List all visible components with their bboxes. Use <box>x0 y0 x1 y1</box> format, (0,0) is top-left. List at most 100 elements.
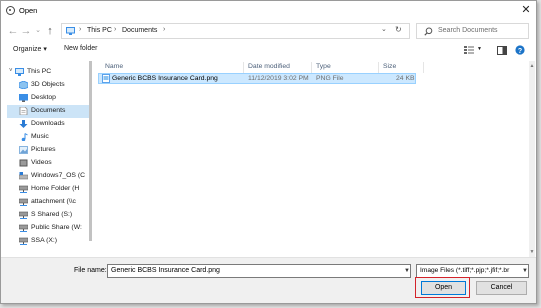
column-divider[interactable] <box>423 62 424 73</box>
date-modified-cell: 11/12/2019 3:02 PM <box>248 75 309 82</box>
network-drive-icon <box>19 198 28 206</box>
sidebar-item-label: Documents <box>31 107 66 114</box>
sidebar-item-label: Downloads <box>31 120 65 127</box>
file-name-cell: Generic BCBS Insurance Card.png <box>112 75 218 82</box>
network-drive-icon <box>19 237 28 245</box>
drive-icon <box>19 172 28 180</box>
close-icon[interactable]: ✕ <box>519 3 533 17</box>
scroll-down-arrow-icon[interactable]: ▼ <box>529 249 535 255</box>
music-icon <box>21 133 28 141</box>
address-history-chevron-icon[interactable]: ⌄ <box>381 25 387 33</box>
forward-arrow-icon[interactable]: → <box>20 21 32 41</box>
sidebar-item-label: Public Share (W: <box>31 224 82 231</box>
sidebar-item-label: 3D Objects <box>31 81 65 88</box>
sidebar-item-label: Music <box>31 133 49 140</box>
file-name-value: Generic BCBS Insurance Card.png <box>111 267 220 274</box>
file-list: Name Date modified Type Size Generic BCB… <box>93 61 530 257</box>
refresh-icon[interactable]: ↻ <box>395 25 402 34</box>
sidebar-item-attachment[interactable]: attachment (\\c <box>7 196 91 209</box>
sidebar-item-ssa[interactable]: SSA (X:) <box>7 235 91 248</box>
sidebar-item-label: Home Folder (H <box>31 185 80 192</box>
chevron-down-icon[interactable]: ˅ <box>9 68 13 74</box>
scroll-up-arrow-icon[interactable]: ▲ <box>529 63 535 69</box>
navigation-pane-scrollbar[interactable] <box>89 61 92 241</box>
sidebar-item-label: attachment (\\c <box>31 198 76 205</box>
sidebar-item-3d-objects[interactable]: 3D Objects <box>7 79 91 92</box>
organize-button[interactable]: Organize ▾ <box>13 45 47 53</box>
sidebar-item-label: This PC <box>27 68 52 75</box>
open-file-dialog: Open ✕ ← → ⌄ ↑ › This PC › Documents › ⌄… <box>0 0 537 304</box>
navigation-bar: ← → ⌄ ↑ › This PC › Documents › ⌄ ↻ Sear… <box>1 21 536 43</box>
column-divider[interactable] <box>243 62 244 73</box>
sidebar-item-windows7-os[interactable]: Windows7_OS (C <box>7 170 91 183</box>
search-icon <box>424 27 433 36</box>
cancel-button[interactable]: Cancel <box>476 281 527 295</box>
file-name-label: File name: <box>74 267 107 274</box>
file-list-scrollbar[interactable]: ▲ ▼ <box>529 61 535 257</box>
download-icon <box>19 120 28 128</box>
breadcrumb-separator: › <box>163 26 166 33</box>
breadcrumb-this-pc[interactable]: This PC <box>87 27 112 34</box>
sidebar-item-desktop[interactable]: Desktop <box>7 92 91 105</box>
file-size-cell: 24 KB <box>396 75 415 82</box>
recent-locations-chevron-icon[interactable]: ⌄ <box>33 21 43 41</box>
search-input[interactable]: Search Documents <box>416 23 529 39</box>
back-arrow-icon[interactable]: ← <box>7 21 19 41</box>
network-drive-icon <box>19 224 28 232</box>
window-title: Open <box>19 6 38 15</box>
cube-icon <box>19 81 28 89</box>
file-name-field[interactable]: Generic BCBS Insurance Card.png ▼ <box>107 264 411 278</box>
network-drive-icon <box>19 211 28 219</box>
column-header-type[interactable]: Type <box>316 63 331 73</box>
column-divider[interactable] <box>311 62 312 73</box>
column-header-date-modified[interactable]: Date modified <box>248 63 290 73</box>
desktop-icon <box>19 94 28 102</box>
sidebar-item-label: Windows7_OS (C <box>31 172 86 179</box>
svg-text:?: ? <box>518 48 522 55</box>
sidebar-item-downloads[interactable]: Downloads <box>7 118 91 131</box>
sidebar-item-public-share[interactable]: Public Share (W: <box>7 222 91 235</box>
video-icon <box>19 159 28 167</box>
column-divider[interactable] <box>378 62 379 73</box>
preview-pane-icon[interactable] <box>497 46 507 55</box>
sidebar-item-home-folder[interactable]: Home Folder (H <box>7 183 91 196</box>
title-bar: Open ✕ <box>1 1 536 21</box>
breadcrumb-documents[interactable]: Documents <box>122 27 157 34</box>
sidebar-item-label: SSA (X:) <box>31 237 58 244</box>
view-dropdown-icon[interactable]: ▼ <box>477 46 482 52</box>
view-options-icon[interactable] <box>464 46 474 54</box>
sidebar-item-music[interactable]: Music <box>7 131 91 144</box>
up-arrow-icon[interactable]: ↑ <box>44 21 56 41</box>
new-folder-button[interactable]: New folder <box>64 45 97 52</box>
table-row[interactable]: Generic BCBS Insurance Card.png 11/12/20… <box>98 73 416 84</box>
app-icon <box>6 6 15 15</box>
column-header-size[interactable]: Size <box>383 63 396 73</box>
breadcrumb-separator: › <box>114 26 117 33</box>
sidebar-item-documents[interactable]: Documents <box>7 105 91 118</box>
command-toolbar: Organize ▾ New folder ▼ ? <box>1 43 536 58</box>
file-type-select[interactable]: Image Files (*.tiff;*.pjp;*.jfif;*.br ▼ <box>416 264 529 278</box>
sidebar-item-videos[interactable]: Videos <box>7 157 91 170</box>
sidebar-item-label: Pictures <box>31 146 56 153</box>
sidebar-item-label: S Shared (S:) <box>31 211 73 218</box>
image-file-icon <box>102 74 110 83</box>
open-button[interactable]: Open <box>421 281 466 295</box>
sidebar-item-this-pc[interactable]: ˅ This PC <box>7 66 91 79</box>
chevron-down-icon[interactable]: ▼ <box>404 268 410 274</box>
address-bar[interactable]: › This PC › Documents › ⌄ ↻ <box>61 23 410 39</box>
sidebar-item-s-shared[interactable]: S Shared (S:) <box>7 209 91 222</box>
network-drive-icon <box>19 185 28 193</box>
dialog-footer: File name: Generic BCBS Insurance Card.p… <box>1 257 536 303</box>
pc-icon <box>66 27 75 35</box>
sidebar-item-label: Videos <box>31 159 52 166</box>
document-icon <box>19 107 28 115</box>
chevron-down-icon[interactable]: ▼ <box>521 268 528 274</box>
file-type-cell: PNG File <box>316 75 344 82</box>
help-icon[interactable]: ? <box>515 45 525 55</box>
sidebar-item-label: Desktop <box>31 94 56 101</box>
sidebar-item-pictures[interactable]: Pictures <box>7 144 91 157</box>
column-header-name[interactable]: Name <box>105 63 123 73</box>
navigation-pane: ˅ This PC 3D Objects Desktop Documents D… <box>7 61 92 255</box>
pictures-icon <box>19 146 28 154</box>
pc-icon <box>15 68 24 76</box>
